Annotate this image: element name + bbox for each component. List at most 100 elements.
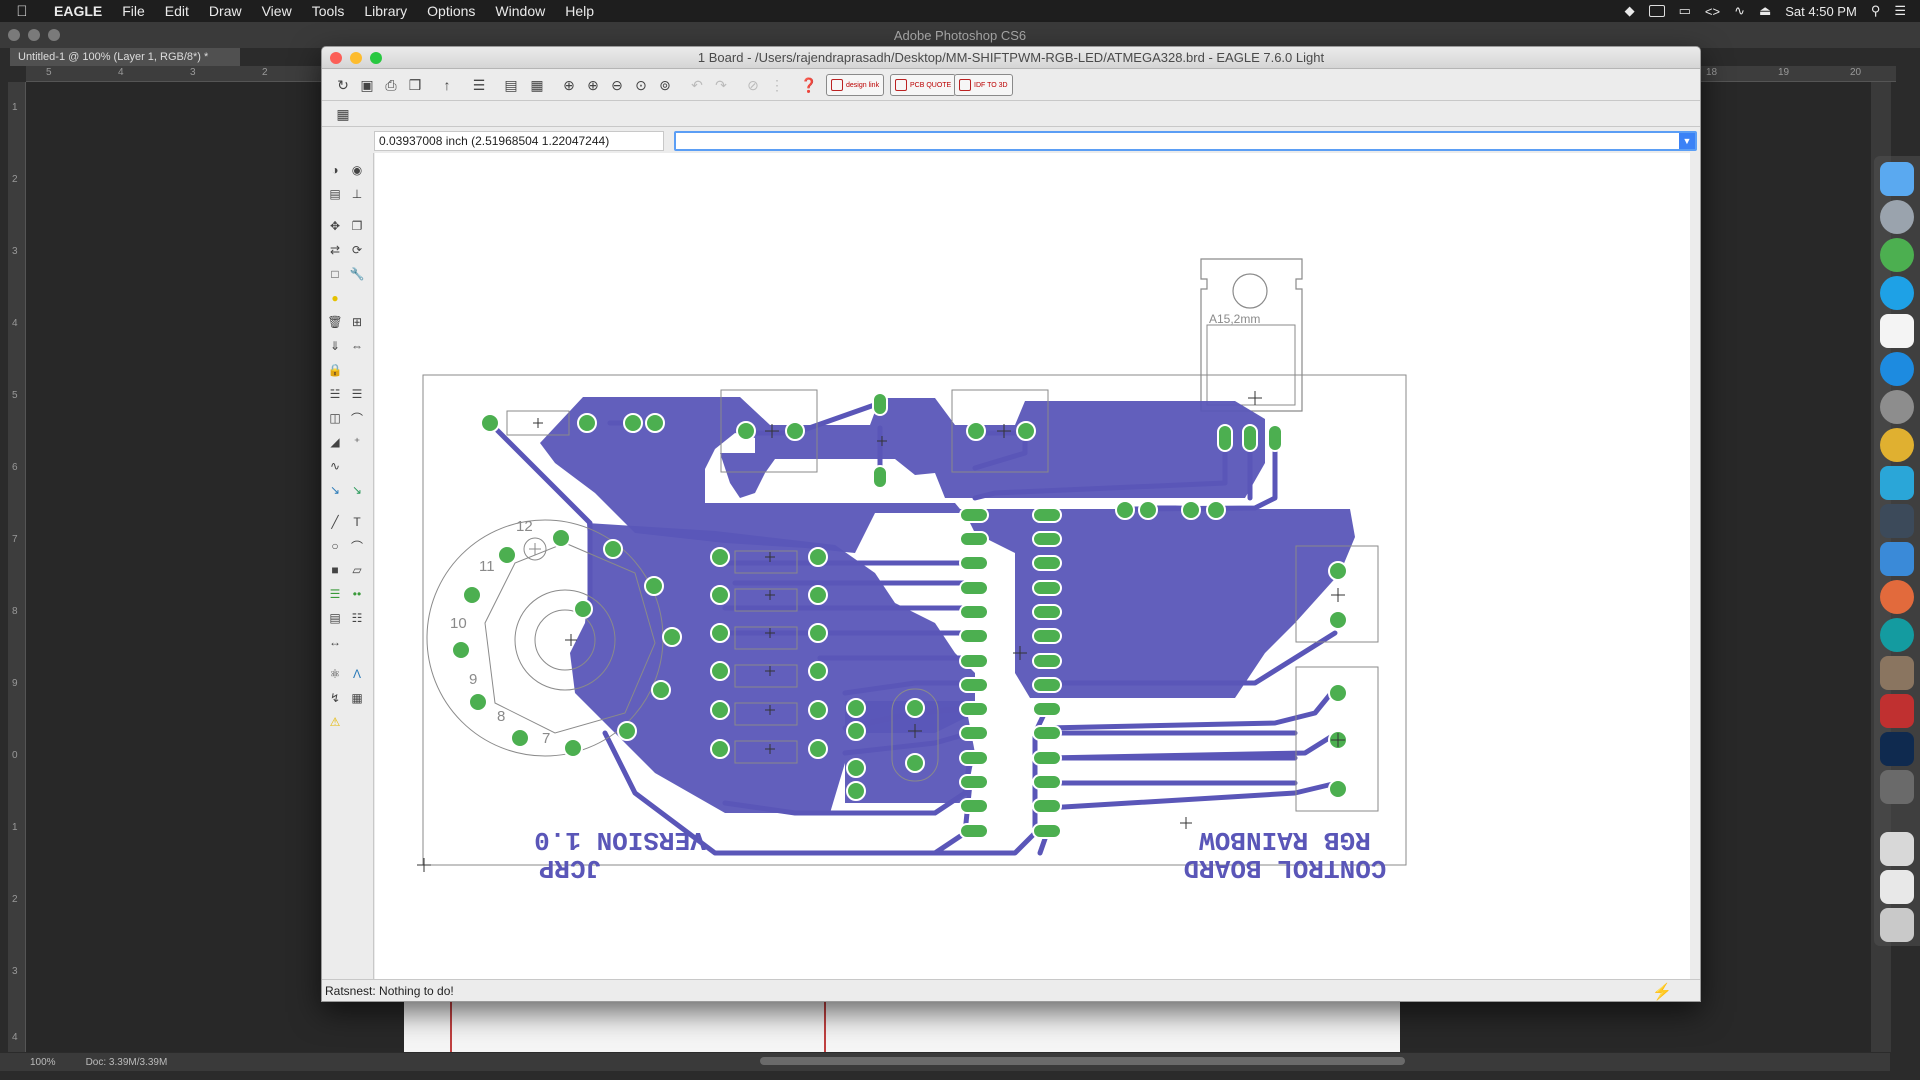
eject-icon[interactable]: ⏏ bbox=[1759, 3, 1771, 19]
save-icon[interactable]: ▣ bbox=[356, 74, 378, 96]
ps-doc-size[interactable]: Doc: 3.39M/3.39M bbox=[86, 1057, 168, 1068]
ps-minimize-button[interactable] bbox=[28, 29, 40, 41]
photos-icon[interactable] bbox=[1880, 580, 1914, 614]
group-icon[interactable]: □ bbox=[326, 265, 344, 283]
stop-icon[interactable]: ⊘ bbox=[742, 74, 764, 96]
add-icon[interactable]: ⊞ bbox=[348, 313, 366, 331]
grid-icon[interactable]: ▦ bbox=[332, 103, 354, 125]
folder-icon[interactable] bbox=[1880, 832, 1914, 866]
menu-help[interactable]: Help bbox=[555, 3, 604, 19]
teamviewer-icon[interactable] bbox=[1880, 542, 1914, 576]
circle-icon[interactable]: ○ bbox=[326, 537, 344, 555]
menu-file[interactable]: File bbox=[112, 3, 155, 19]
code-icon[interactable]: <> bbox=[1705, 4, 1720, 19]
photoshop-icon[interactable] bbox=[1880, 732, 1914, 766]
app-c-icon[interactable] bbox=[1880, 352, 1914, 386]
name-icon[interactable]: ☱ bbox=[326, 385, 344, 403]
menu-draw[interactable]: Draw bbox=[199, 3, 252, 19]
pcb-quote-button[interactable]: PCB QUOTE bbox=[890, 74, 957, 96]
wifi-icon[interactable]: ∿ bbox=[1734, 3, 1745, 19]
menu-window[interactable]: Window bbox=[485, 3, 555, 19]
ps-document-tab[interactable]: Untitled-1 @ 100% (Layer 1, RGB/8*) * bbox=[10, 48, 240, 66]
meander-icon[interactable]: ∿ bbox=[326, 457, 344, 475]
skype-icon[interactable] bbox=[1880, 276, 1914, 310]
menu-edit[interactable]: Edit bbox=[155, 3, 199, 19]
via-icon[interactable]: ☰ bbox=[326, 585, 344, 603]
search-icon[interactable]: ⚲ bbox=[1871, 3, 1881, 19]
split-icon[interactable]: ◢ bbox=[326, 433, 344, 451]
ripup-icon[interactable]: ↘ bbox=[348, 481, 366, 499]
change-icon[interactable]: 🔧 bbox=[348, 265, 366, 283]
drc-tool-icon[interactable]: ↯ bbox=[326, 689, 344, 707]
zoom-redraw-icon[interactable]: ⊙ bbox=[630, 74, 652, 96]
paste-icon[interactable]: ● bbox=[326, 289, 344, 307]
chevron-down-icon[interactable]: ▼ bbox=[1679, 133, 1695, 149]
optimize-icon[interactable]: ⁺ bbox=[348, 433, 366, 451]
help-icon[interactable]: ❓ bbox=[798, 74, 820, 96]
display-icon[interactable] bbox=[1648, 5, 1665, 17]
idf-to-3d-button[interactable]: IDF TO 3D bbox=[954, 74, 1013, 96]
cam-icon[interactable]: ❒ bbox=[404, 74, 426, 96]
rect-icon[interactable]: ■ bbox=[326, 561, 344, 579]
miter-icon[interactable]: ⌒ bbox=[348, 409, 366, 427]
redo-icon[interactable]: ↷ bbox=[710, 74, 732, 96]
value-icon[interactable]: ☰ bbox=[348, 385, 366, 403]
ps-close-button[interactable] bbox=[8, 29, 20, 41]
signal-icon[interactable]: •• bbox=[348, 585, 366, 603]
menu-options[interactable]: Options bbox=[417, 3, 485, 19]
video-app-icon[interactable] bbox=[1880, 770, 1914, 804]
polygon-icon[interactable]: ▱ bbox=[348, 561, 366, 579]
show-icon[interactable]: ◉ bbox=[348, 161, 366, 179]
leaf-app-icon[interactable] bbox=[1880, 238, 1914, 272]
smash-icon[interactable]: ◫ bbox=[326, 409, 344, 427]
route-icon[interactable]: ↘ bbox=[326, 481, 344, 499]
errors-icon[interactable]: ▦ bbox=[348, 689, 366, 707]
zoom-out-icon[interactable]: ⊖ bbox=[606, 74, 628, 96]
hole-icon[interactable]: ▤ bbox=[326, 609, 344, 627]
delete-icon[interactable]: 🗑 bbox=[326, 313, 344, 331]
document-icon[interactable] bbox=[1880, 870, 1914, 904]
final-cut-icon[interactable] bbox=[1880, 504, 1914, 538]
lightning-icon[interactable]: ⚡ bbox=[1652, 982, 1672, 1001]
ps-zoom-level[interactable]: 100% bbox=[30, 1057, 56, 1068]
text-icon[interactable]: T bbox=[348, 513, 366, 531]
attribute-icon[interactable]: ☷ bbox=[348, 609, 366, 627]
trash-icon[interactable] bbox=[1880, 908, 1914, 942]
ratsnest-icon[interactable]: ⚛ bbox=[326, 665, 344, 683]
zoom-fit-icon[interactable]: ⊕ bbox=[558, 74, 580, 96]
launchpad-icon[interactable] bbox=[1880, 200, 1914, 234]
app-brown-icon[interactable] bbox=[1880, 656, 1914, 690]
warning-icon[interactable]: ⚠ bbox=[326, 713, 344, 731]
navigation-icon[interactable] bbox=[1880, 466, 1914, 500]
lock-icon[interactable]: 🔒 bbox=[326, 361, 344, 379]
design-link-button[interactable]: design link bbox=[826, 74, 885, 96]
command-line-input[interactable]: ▼ bbox=[674, 131, 1697, 151]
zoom-button[interactable] bbox=[370, 52, 382, 64]
chrome-icon[interactable] bbox=[1880, 428, 1914, 462]
ps-zoom-button[interactable] bbox=[48, 29, 60, 41]
move-icon[interactable]: ✥ bbox=[326, 217, 344, 235]
apple-icon[interactable]:  bbox=[0, 3, 44, 20]
copy-icon[interactable]: ❐ bbox=[348, 217, 366, 235]
airplay-icon[interactable]: ▭ bbox=[1679, 3, 1691, 19]
close-button[interactable] bbox=[330, 52, 342, 64]
replace-icon[interactable]: ⇓ bbox=[326, 337, 344, 355]
lock-icon-tool[interactable]: ⇔ bbox=[348, 337, 366, 355]
arc-icon[interactable]: ⌒ bbox=[348, 537, 366, 555]
menu-list-icon[interactable]: ☰ bbox=[1894, 3, 1906, 19]
go-icon[interactable]: ⋮ bbox=[766, 74, 788, 96]
menu-view[interactable]: View bbox=[252, 3, 302, 19]
undo-icon[interactable]: ↶ bbox=[686, 74, 708, 96]
mark-icon[interactable]: ⊥ bbox=[348, 185, 366, 203]
zoom-in-icon[interactable]: ⊕ bbox=[582, 74, 604, 96]
ulp-icon[interactable]: ☰ bbox=[468, 74, 490, 96]
wire-icon[interactable]: ╱ bbox=[326, 513, 344, 531]
menu-tools[interactable]: Tools bbox=[302, 3, 355, 19]
rotate-icon[interactable]: ⟳ bbox=[348, 241, 366, 259]
print-icon[interactable]: ⎙ bbox=[380, 74, 402, 96]
menu-app-name[interactable]: EAGLE bbox=[44, 3, 112, 19]
app-red-icon[interactable] bbox=[1880, 694, 1914, 728]
autorouter-icon[interactable]: Λ bbox=[348, 665, 366, 683]
notes-icon[interactable] bbox=[1880, 314, 1914, 348]
info-icon[interactable]: ◑ bbox=[326, 161, 344, 179]
